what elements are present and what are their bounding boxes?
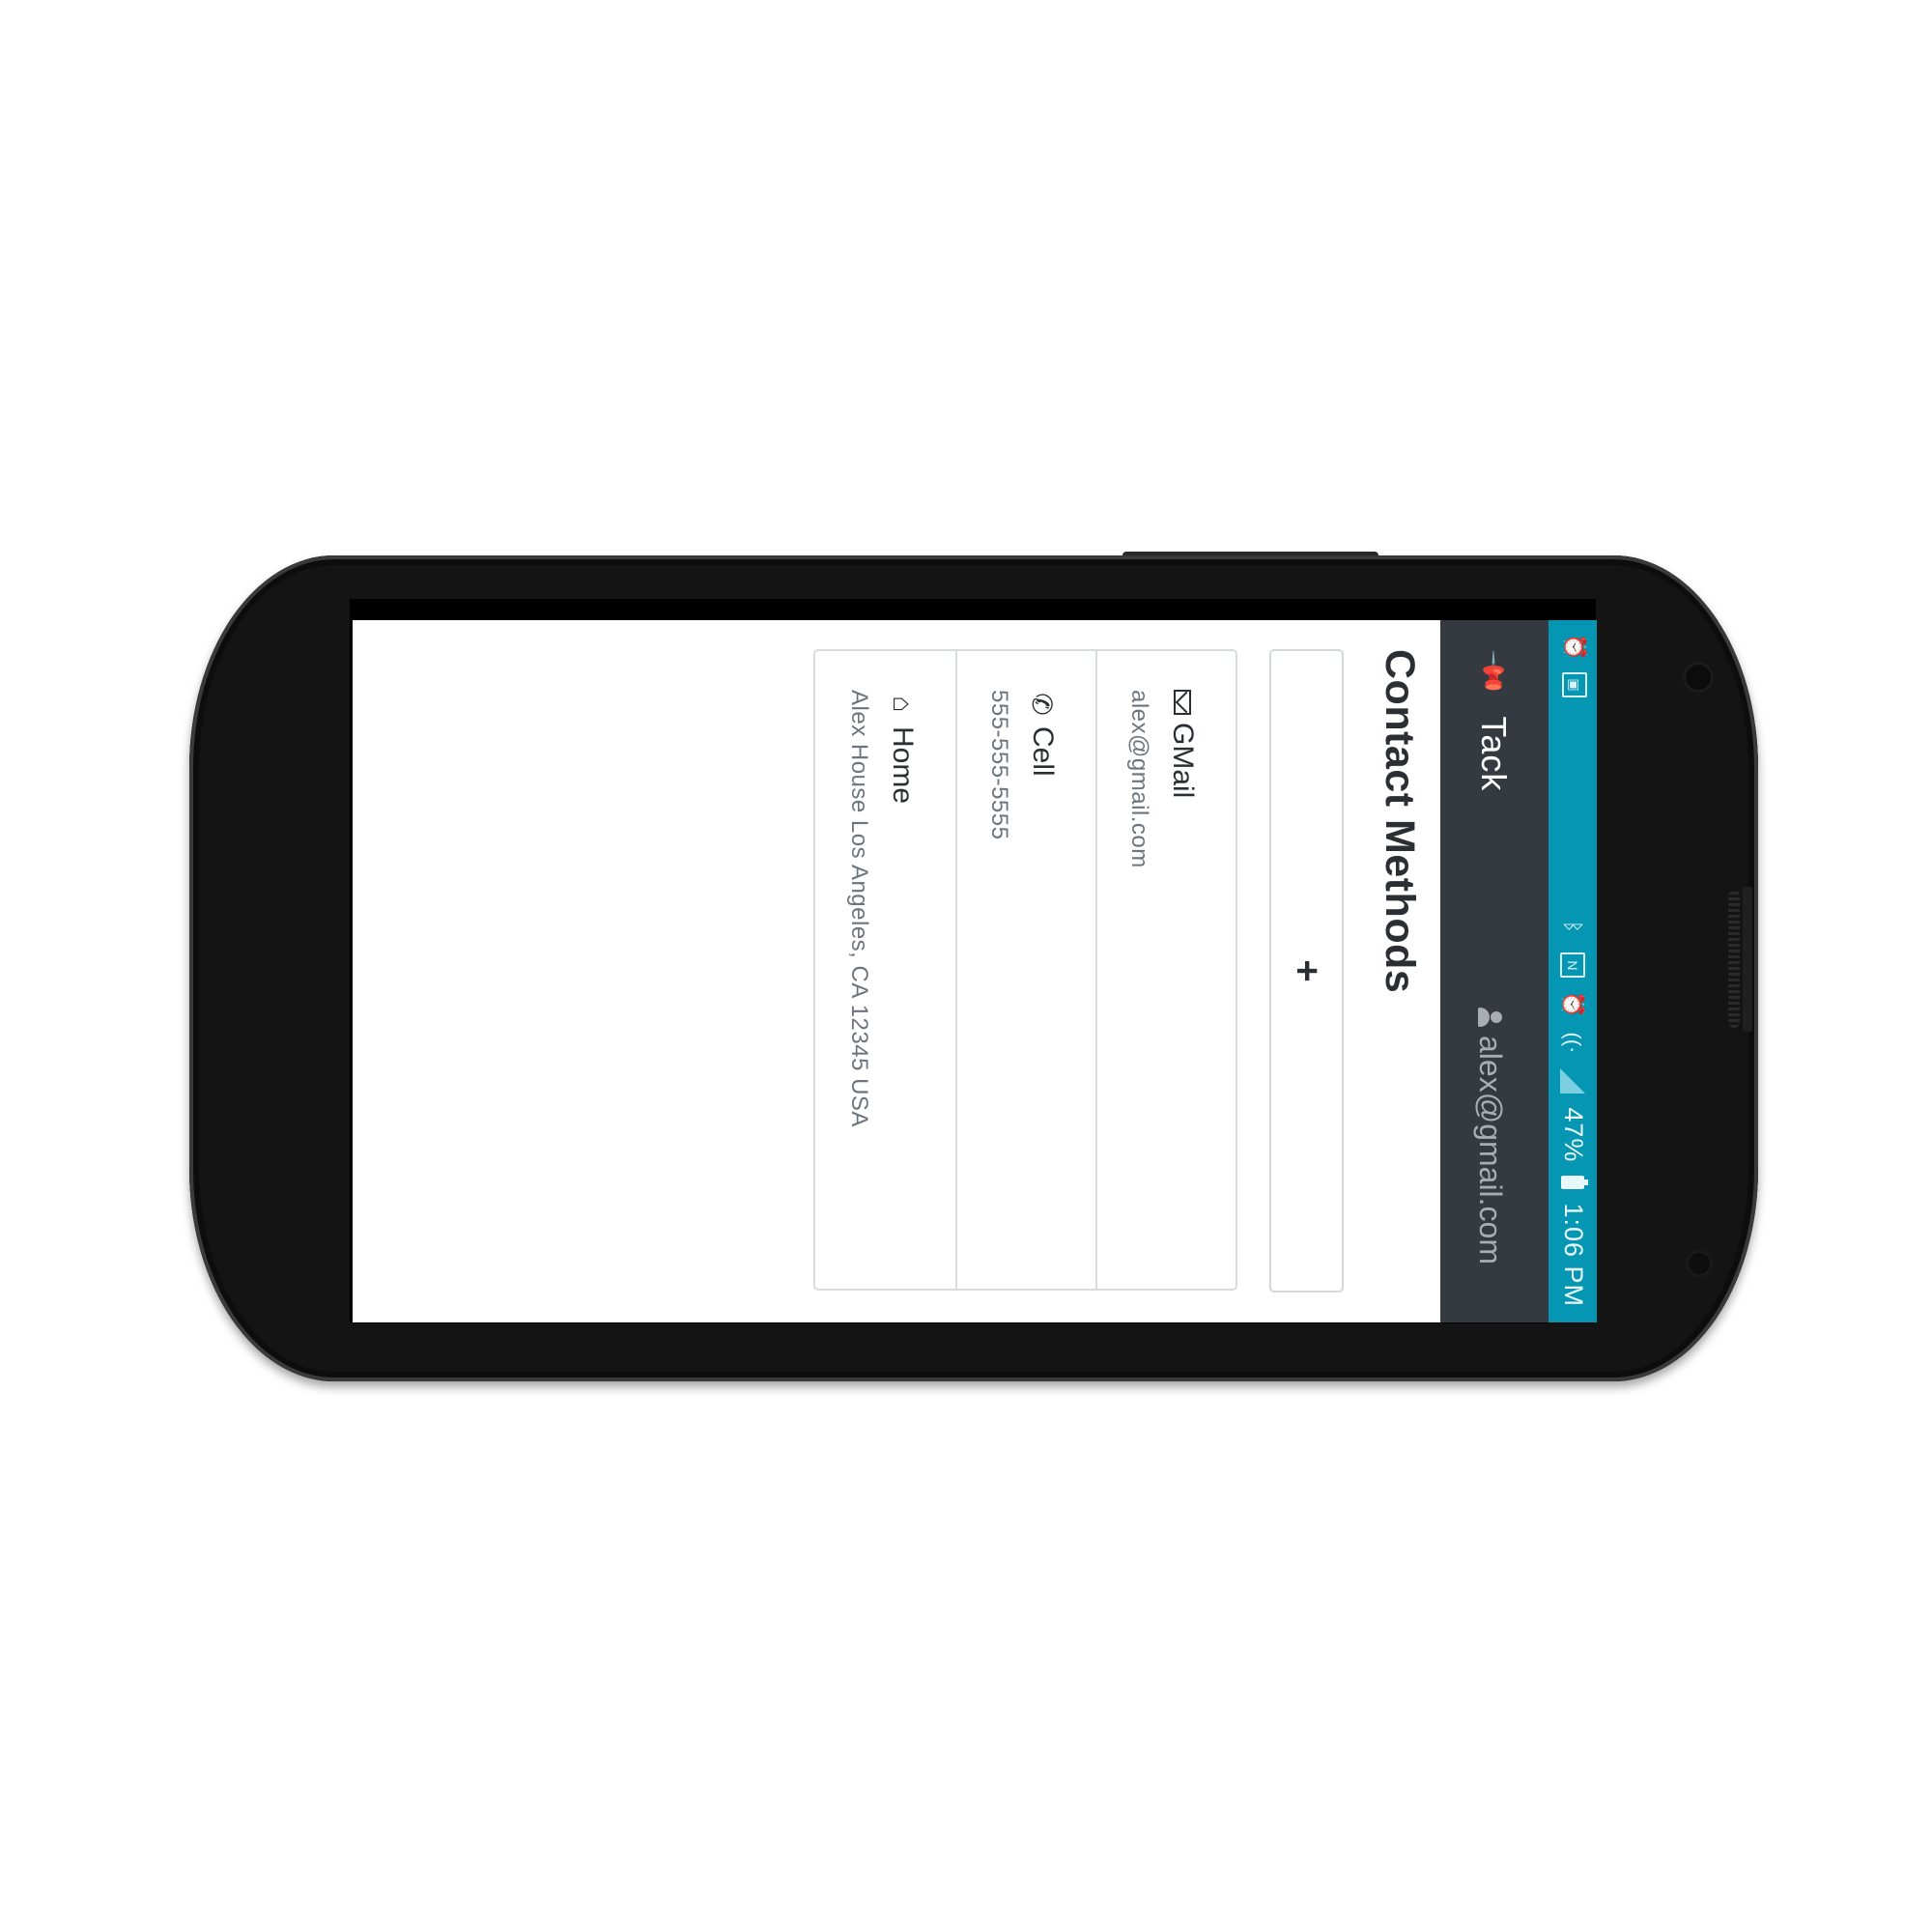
alarm-clock-icon: ⏰ [1561, 991, 1586, 1018]
nfc-icon: N [1560, 952, 1586, 979]
proximity-sensor [1689, 1253, 1710, 1274]
wifi-icon: ((· [1561, 1032, 1586, 1054]
battery-percent: 47% [1559, 1107, 1588, 1163]
add-contact-method-button[interactable]: + [1269, 649, 1344, 1293]
home-icon: ⌂ [888, 696, 918, 713]
contact-methods-list: GMail alex@gmail.com ✆ Cell 555-555-5555… [813, 649, 1237, 1291]
envelope-icon [1174, 690, 1191, 715]
clock: 1:06 PM [1559, 1203, 1588, 1307]
brand-label: Tack [1474, 716, 1514, 792]
phone-display: ⏰ ▣ ᛒ N ⏰ ((· 47% 1:06 PM 📌 Tack alex@gm… [353, 620, 1597, 1322]
phone-icon: ✆ [1027, 693, 1058, 716]
list-item-cell[interactable]: ✆ Cell 555-555-5555 [955, 651, 1095, 1289]
bluetooth-icon: ᛒ [1561, 920, 1586, 933]
list-item-home[interactable]: ⌂ Home Alex House Los Angeles, CA 12345 … [815, 651, 955, 1289]
contact-method-value: alex@gmail.com [1126, 690, 1152, 868]
earpiece-speaker [1728, 891, 1740, 1028]
page-title: Contact Methods [1377, 649, 1423, 994]
front-camera [1686, 665, 1711, 690]
alarm-icon: ⏰ [1563, 634, 1587, 661]
image-icon: ▣ [1562, 672, 1587, 697]
plus-icon: + [1286, 959, 1328, 982]
app-bar: 📌 Tack alex@gmail.com [1440, 620, 1548, 1322]
status-bar: ⏰ ▣ ᛒ N ⏰ ((· 47% 1:06 PM [1548, 620, 1597, 1322]
volume-button[interactable] [1743, 887, 1752, 1032]
signal-icon [1560, 1068, 1586, 1094]
list-item-gmail[interactable]: GMail alex@gmail.com [1095, 651, 1236, 1289]
contact-method-label: GMail [1167, 723, 1199, 799]
pushpin-icon: 📌 [1469, 648, 1518, 697]
battery-icon [1561, 1176, 1585, 1190]
contact-method-label: Home [887, 726, 919, 805]
app-screen: ⏰ ▣ ᛒ N ⏰ ((· 47% 1:06 PM 📌 Tack alex@gm… [353, 620, 1597, 1322]
brand-link[interactable]: 📌 Tack [1469, 649, 1518, 792]
user-account[interactable]: alex@gmail.com [1472, 1007, 1508, 1264]
contact-method-value: 555-555-5555 [986, 690, 1012, 840]
user-email: alex@gmail.com [1473, 1036, 1508, 1264]
contact-method-label: Cell [1027, 726, 1059, 777]
user-icon [1478, 1007, 1503, 1028]
contact-method-value: Alex House Los Angeles, CA 12345 USA [846, 690, 872, 1127]
